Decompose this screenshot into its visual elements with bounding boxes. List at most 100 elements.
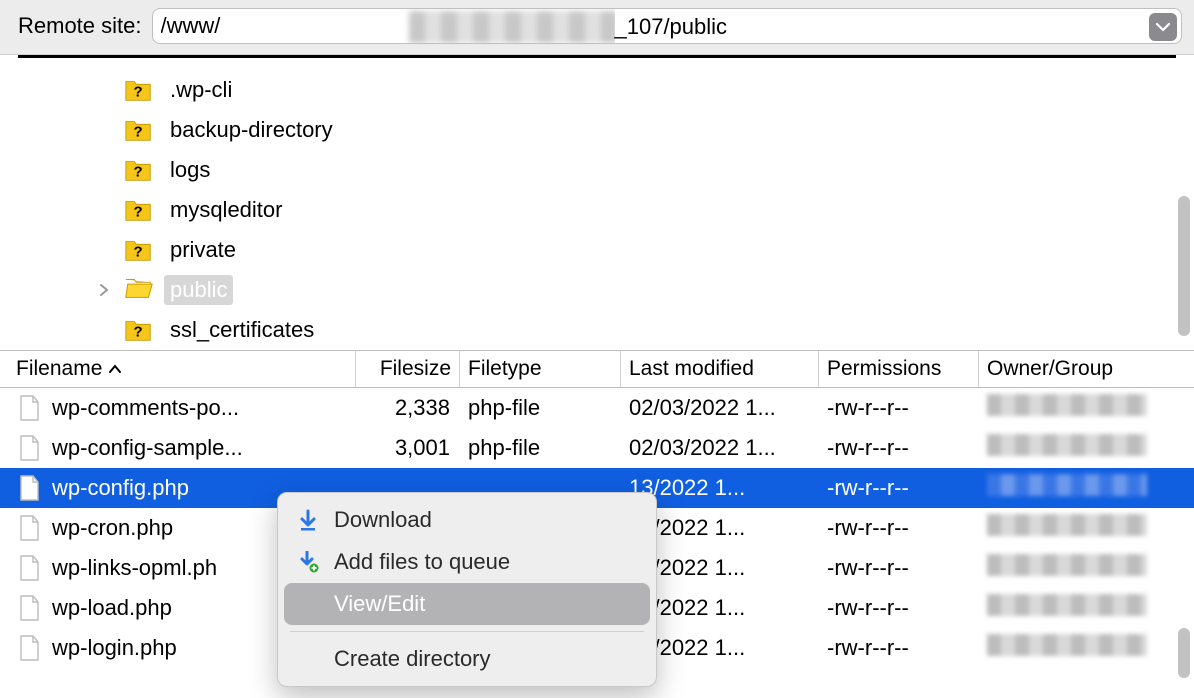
redacted-owner <box>987 394 1147 416</box>
tree-item-label: backup-directory <box>164 115 339 145</box>
column-header-ownergroup[interactable]: Owner/Group <box>979 351 1194 387</box>
file-icon <box>18 555 40 581</box>
file-name: wp-login.php <box>52 635 177 661</box>
folder-unknown-icon <box>124 77 154 103</box>
file-owner <box>979 514 1194 542</box>
column-label: Filesize <box>380 357 451 381</box>
chevron-right-icon[interactable] <box>94 277 114 303</box>
redacted-path-segment <box>409 11 617 43</box>
file-owner <box>979 394 1194 422</box>
tree-item[interactable]: public <box>0 270 1194 310</box>
column-header-permissions[interactable]: Permissions <box>819 351 979 387</box>
file-name: wp-config.php <box>52 475 189 501</box>
file-type: php-file <box>460 435 621 461</box>
tree-item[interactable]: logs <box>0 150 1194 190</box>
column-header-filetype[interactable]: Filetype <box>460 351 621 387</box>
file-name: wp-comments-po... <box>52 395 239 421</box>
folder-unknown-icon <box>124 317 154 343</box>
add-to-queue-icon <box>296 551 320 573</box>
column-label: Last modified <box>629 357 754 381</box>
file-owner <box>979 554 1194 582</box>
redacted-owner <box>987 434 1147 456</box>
file-owner <box>979 474 1194 502</box>
remote-site-label: Remote site: <box>18 13 142 39</box>
column-header-filename[interactable]: Filename <box>0 351 356 387</box>
ctx-label: Download <box>334 507 432 533</box>
download-icon <box>296 509 320 531</box>
file-size: 3,001 <box>356 435 460 461</box>
list-scrollbar[interactable] <box>1178 628 1190 678</box>
tree-item-label: logs <box>164 155 216 185</box>
redacted-owner <box>987 554 1147 576</box>
folder-unknown-icon <box>124 197 154 223</box>
remote-path-field-wrap: _107/public <box>152 8 1183 44</box>
redacted-owner <box>987 634 1147 656</box>
tree-item-label: .wp-cli <box>164 75 238 105</box>
file-icon <box>18 635 40 661</box>
redacted-owner <box>987 474 1147 496</box>
remote-site-bar: Remote site: _107/public <box>0 0 1194 55</box>
sort-ascending-icon <box>108 357 122 381</box>
file-icon <box>18 435 40 461</box>
folder-unknown-icon <box>124 157 154 183</box>
column-label: Owner/Group <box>987 357 1113 381</box>
file-modified: 02/03/2022 1... <box>621 435 819 461</box>
ctx-label: View/Edit <box>334 591 425 617</box>
folder-unknown-icon <box>124 237 154 263</box>
file-list-header: Filename Filesize Filetype Last modified… <box>0 350 1194 388</box>
tree-item-label: private <box>164 235 242 265</box>
file-permissions: -rw-r--r-- <box>819 395 979 421</box>
folder-unknown-icon <box>124 117 154 143</box>
context-menu: Download Add files to queue View/Edit Cr… <box>277 492 657 687</box>
file-modified: 02/03/2022 1... <box>621 395 819 421</box>
ctx-add-to-queue[interactable]: Add files to queue <box>278 541 656 583</box>
file-permissions: -rw-r--r-- <box>819 435 979 461</box>
file-permissions: -rw-r--r-- <box>819 595 979 621</box>
column-label: Filename <box>16 357 102 381</box>
file-icon <box>18 595 40 621</box>
ctx-download[interactable]: Download <box>278 499 656 541</box>
tree-item-label: ssl_certificates <box>164 315 320 345</box>
tree-item[interactable]: private <box>0 230 1194 270</box>
ctx-create-directory[interactable]: Create directory <box>278 638 656 680</box>
file-permissions: -rw-r--r-- <box>819 475 979 501</box>
file-owner <box>979 434 1194 462</box>
tree-scrollbar[interactable] <box>1178 196 1190 336</box>
file-icon <box>18 475 40 501</box>
file-name: wp-cron.php <box>52 515 173 541</box>
ctx-label: Add files to queue <box>334 549 510 575</box>
file-permissions: -rw-r--r-- <box>819 515 979 541</box>
column-header-lastmodified[interactable]: Last modified <box>621 351 819 387</box>
column-header-filesize[interactable]: Filesize <box>356 351 460 387</box>
redacted-owner <box>987 594 1147 616</box>
ctx-separator <box>290 631 644 632</box>
tree-item-label: public <box>164 275 233 305</box>
file-row[interactable]: wp-config-sample... 3,001php-file02/03/20… <box>0 428 1194 468</box>
file-permissions: -rw-r--r-- <box>819 635 979 661</box>
folder-open-icon <box>124 274 154 306</box>
file-row[interactable]: wp-comments-po... 2,338php-file02/03/2022… <box>0 388 1194 428</box>
file-icon <box>18 515 40 541</box>
ctx-view-edit[interactable]: View/Edit <box>284 583 650 625</box>
chevron-down-icon <box>1156 22 1170 32</box>
file-name: wp-config-sample... <box>52 435 243 461</box>
redacted-owner <box>987 514 1147 536</box>
file-name: wp-links-opml.ph <box>52 555 217 581</box>
tree-item-label: mysqleditor <box>164 195 288 225</box>
file-owner <box>979 634 1194 662</box>
tree-item[interactable]: backup-directory <box>0 110 1194 150</box>
column-label: Filetype <box>468 357 542 381</box>
column-label: Permissions <box>827 357 941 381</box>
remote-tree-pane: .wp-cli backup-directory logs mysqleditor pr… <box>0 58 1194 350</box>
tree-item[interactable]: ssl_certificates <box>0 310 1194 350</box>
path-history-dropdown[interactable] <box>1149 13 1177 41</box>
file-size: 2,338 <box>356 395 460 421</box>
file-permissions: -rw-r--r-- <box>819 555 979 581</box>
remote-path-suffix: _107/public <box>615 9 738 44</box>
tree-item[interactable]: mysqleditor <box>0 190 1194 230</box>
tree-item[interactable]: .wp-cli <box>0 70 1194 110</box>
file-icon <box>18 395 40 421</box>
file-name: wp-load.php <box>52 595 172 621</box>
file-type: php-file <box>460 395 621 421</box>
ctx-label: Create directory <box>334 646 491 672</box>
